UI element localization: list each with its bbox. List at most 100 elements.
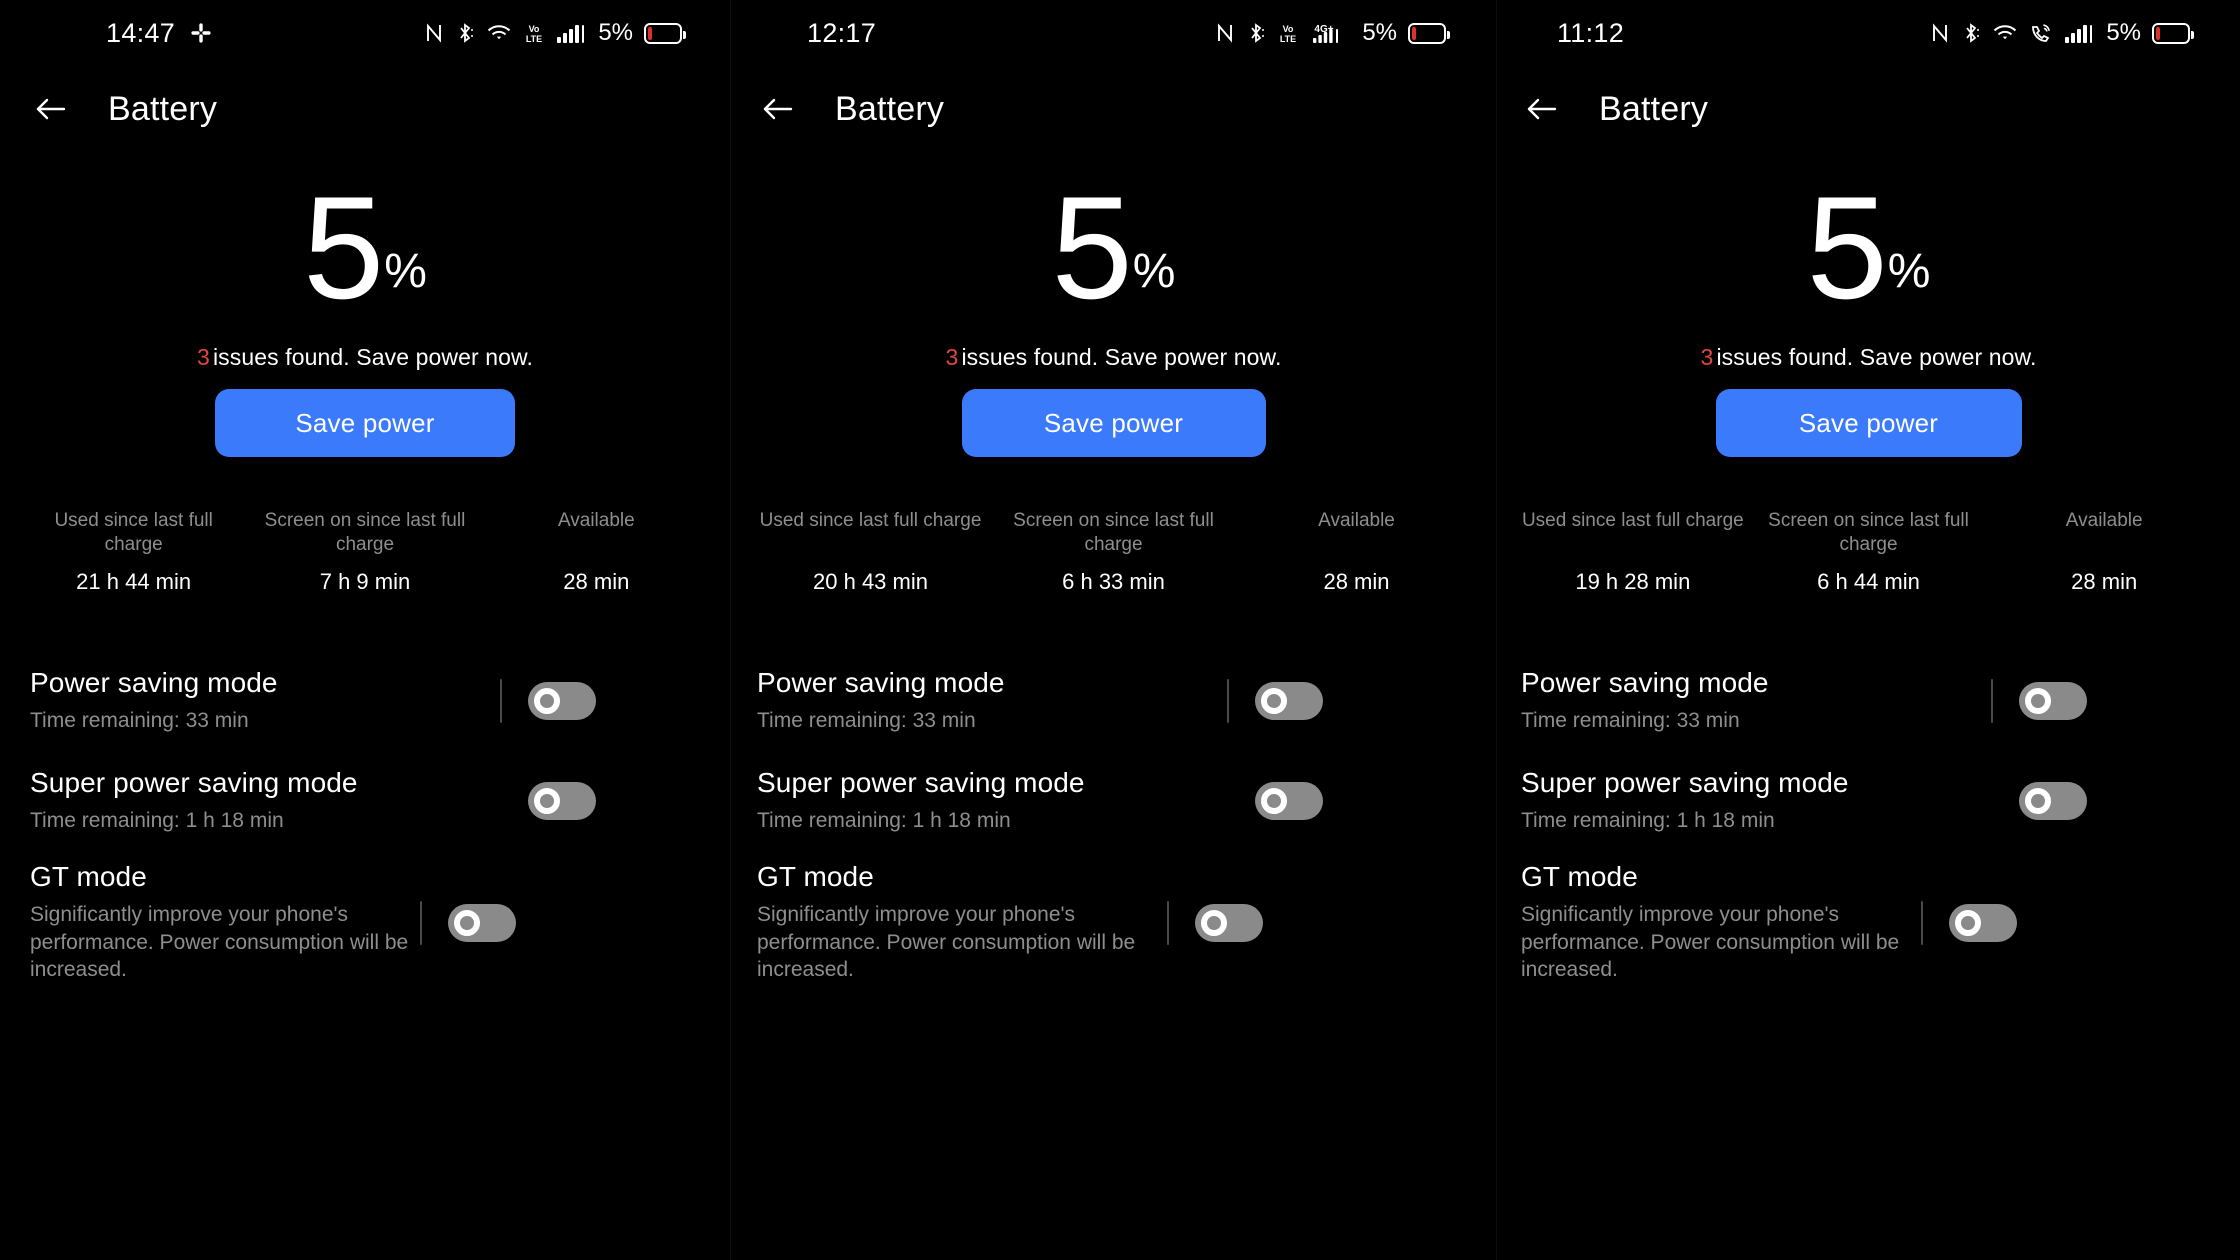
setting-row-power-saving-mode[interactable]: Power saving mode Time remaining: 33 min	[731, 655, 1496, 747]
issues-message: issues found. Save power now.	[212, 344, 533, 370]
app-bar: Battery	[0, 66, 730, 152]
stat-value: 28 min	[563, 569, 630, 594]
status-bar-right: 5%	[1930, 19, 2212, 47]
arrow-left-icon[interactable]	[757, 88, 799, 130]
battery-icon	[644, 22, 686, 44]
setting-row-gt-mode[interactable]: GT mode Significantly improve your phone…	[1497, 839, 2240, 984]
stat-label: Screen on since last full charge	[1768, 510, 1969, 555]
save-power-button[interactable]: Save power	[961, 389, 1266, 457]
setting-row-power-saving-mode[interactable]: Power saving mode Time remaining: 33 min	[1497, 655, 2240, 747]
status-bar-right: Vo LTE 4G+ 5%	[1215, 19, 1468, 47]
setting-subtitle: Significantly improve your phone's perfo…	[757, 903, 1136, 982]
toggle-power-saving-mode[interactable]	[2019, 682, 2087, 720]
stat-label: Screen on since last full charge	[1013, 510, 1214, 555]
row-text: GT mode Significantly improve your phone…	[30, 859, 420, 984]
volte-icon: Vo LTE	[1277, 20, 1299, 46]
setting-row-super-power-saving-mode[interactable]: Super power saving mode Time remaining: …	[0, 747, 730, 839]
status-battery-percent: 5%	[1362, 19, 1397, 46]
toggle-gt-mode[interactable]	[448, 904, 516, 942]
toggle-knob	[454, 910, 480, 936]
stat-used-since-charge: Used since last full charge 21 h 44 min	[18, 509, 249, 595]
status-time: 11:12	[1557, 17, 1625, 48]
setting-row-power-saving-mode[interactable]: Power saving mode Time remaining: 33 min	[0, 655, 730, 747]
row-text: Power saving mode Time remaining: 33 min	[30, 665, 500, 735]
toggle-power-saving-mode[interactable]	[1255, 682, 1323, 720]
save-power-button[interactable]: Save power	[215, 389, 515, 457]
toggle-super-power-saving-mode[interactable]	[1255, 782, 1323, 820]
screenshot-collage: 14:47 Vo LTE 5% Battery 5 % 3 issues fou…	[0, 0, 2240, 1260]
issues-count: 3	[197, 344, 210, 370]
svg-text:LTE: LTE	[526, 34, 542, 44]
issues-count: 3	[1700, 344, 1714, 370]
setting-title: Super power saving mode	[30, 767, 358, 798]
stat-value: 7 h 9 min	[319, 569, 411, 594]
page-title: Battery	[108, 89, 218, 128]
status-bar-left: 12:17	[731, 18, 876, 49]
arrow-left-icon[interactable]	[30, 88, 72, 130]
toggle-knob	[1261, 788, 1287, 814]
wifi-icon	[1992, 20, 2018, 46]
toggle-knob	[1201, 910, 1227, 936]
toggle-knob	[534, 788, 560, 814]
volte-icon: Vo LTE	[523, 20, 545, 46]
issues-found-text: 3 issues found. Save power now.	[0, 344, 730, 371]
stat-value: 28 min	[2071, 569, 2138, 594]
row-divider	[1167, 901, 1169, 945]
setting-subtitle: Time remaining: 33 min	[1521, 709, 1740, 732]
row-control	[1991, 665, 2087, 723]
setting-row-super-power-saving-mode[interactable]: Super power saving mode Time remaining: …	[1497, 747, 2240, 839]
row-text: Super power saving mode Time remaining: …	[30, 765, 500, 835]
setting-subtitle: Significantly improve your phone's perfo…	[30, 903, 409, 982]
nfc-icon	[424, 20, 444, 46]
save-power-row: Save power	[1497, 389, 2240, 457]
setting-subtitle: Significantly improve your phone's perfo…	[1521, 903, 1900, 982]
save-power-row: Save power	[0, 389, 730, 457]
battery-level-display: 5 %	[731, 166, 1496, 320]
setting-title: Power saving mode	[30, 667, 278, 698]
setting-row-super-power-saving-mode[interactable]: Super power saving mode Time remaining: …	[731, 747, 1496, 839]
battery-fill	[1412, 26, 1416, 40]
stat-value: 20 h 43 min	[813, 569, 928, 594]
setting-title: Super power saving mode	[1521, 767, 1849, 798]
toggle-super-power-saving-mode[interactable]	[528, 782, 596, 820]
row-divider	[420, 901, 422, 945]
stat-label: Available	[557, 510, 635, 531]
status-bar-right: Vo LTE 5%	[424, 19, 702, 47]
save-power-button[interactable]: Save power	[1715, 389, 2022, 457]
battery-level-value: 5	[303, 165, 384, 329]
battery-percent-sign: %	[1887, 245, 1931, 298]
setting-title: GT mode	[757, 861, 874, 892]
page-title: Battery	[835, 89, 945, 128]
stat-label: Used since last full charge	[759, 510, 982, 531]
battery-icon	[2152, 22, 2194, 44]
battery-level-display: 5 %	[0, 165, 730, 329]
toggle-knob	[1261, 688, 1287, 714]
toggle-gt-mode[interactable]	[1949, 904, 2017, 942]
stat-available: Available 28 min	[1986, 509, 2222, 595]
row-text: Power saving mode Time remaining: 33 min	[757, 665, 1227, 735]
setting-row-gt-mode[interactable]: GT mode Significantly improve your phone…	[731, 839, 1496, 984]
arrow-left-icon[interactable]	[1521, 88, 1563, 130]
stat-label: Used since last full charge	[1521, 510, 1744, 531]
app-bar: Battery	[731, 66, 1496, 152]
setting-title: Super power saving mode	[757, 767, 1085, 798]
status-battery-percent: 5%	[598, 19, 633, 46]
row-text: Super power saving mode Time remaining: …	[1521, 765, 1991, 835]
status-battery-percent: 5%	[2106, 19, 2141, 46]
stat-value: 6 h 33 min	[1062, 569, 1165, 594]
toggle-gt-mode[interactable]	[1195, 904, 1263, 942]
stat-label: Screen on since last full charge	[264, 510, 466, 555]
setting-subtitle: Time remaining: 1 h 18 min	[30, 809, 284, 832]
toggle-power-saving-mode[interactable]	[528, 682, 596, 720]
setting-row-gt-mode[interactable]: GT mode Significantly improve your phone…	[0, 839, 730, 984]
stat-value: 21 h 44 min	[76, 569, 192, 594]
settings-list: Power saving mode Time remaining: 33 min…	[0, 655, 730, 984]
battery-fill	[648, 26, 652, 40]
page-title: Battery	[1599, 89, 1709, 128]
nfc-icon	[1215, 20, 1235, 46]
status-time: 14:47	[106, 17, 176, 48]
toggle-super-power-saving-mode[interactable]	[2019, 782, 2087, 820]
status-bar-left: 14:47	[0, 18, 213, 49]
status-time: 12:17	[807, 17, 877, 48]
phone-screen-2: 12:17 Vo LTE 4G+ 5% Battery 5 % 3 issues…	[730, 0, 1496, 1260]
